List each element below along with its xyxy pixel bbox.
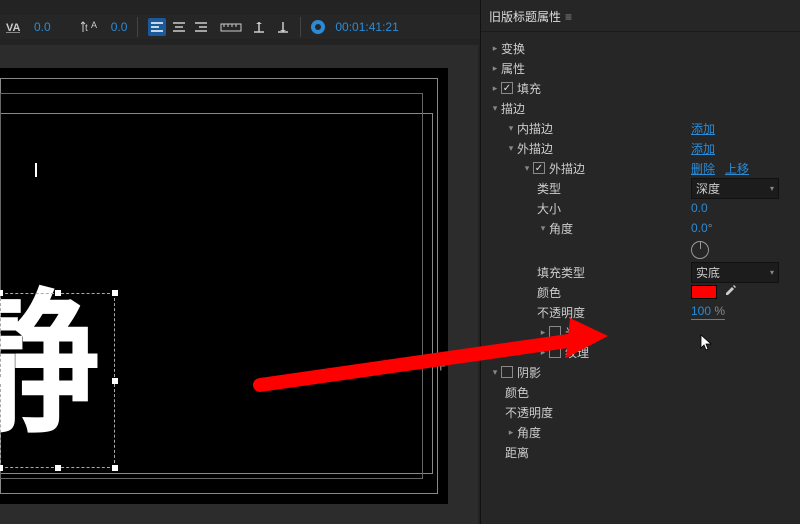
- filltype-label: 填充类型: [537, 264, 585, 281]
- prop-outer-stroke[interactable]: 外描边: [517, 140, 553, 157]
- s-distance: 距离: [505, 444, 529, 461]
- twisty-icon[interactable]: [505, 123, 517, 134]
- twisty-icon[interactable]: [489, 83, 501, 94]
- prop-outer-stroke-item[interactable]: 外描边: [549, 160, 585, 177]
- type-dropdown[interactable]: 深度: [691, 178, 779, 199]
- align-right-icon[interactable]: [192, 18, 210, 36]
- twisty-icon[interactable]: [537, 223, 549, 234]
- s-angle: 角度: [517, 424, 541, 441]
- twisty-icon[interactable]: [505, 143, 517, 154]
- twisty-icon[interactable]: [537, 327, 549, 338]
- panel-title: 旧版标题属性: [489, 8, 561, 25]
- prop-shadow[interactable]: 阴影: [517, 364, 541, 381]
- texture-checkbox[interactable]: [549, 346, 561, 358]
- baseline-value[interactable]: 0.0: [111, 20, 128, 34]
- prop-transform[interactable]: 变换: [501, 40, 525, 57]
- add-inner-stroke[interactable]: 添加: [691, 120, 715, 137]
- filltype-dropdown[interactable]: 实底: [691, 262, 779, 283]
- size-label: 大小: [537, 200, 561, 217]
- angle-value[interactable]: 0.0°: [691, 221, 713, 235]
- twisty-icon: [505, 427, 517, 438]
- twisty-icon[interactable]: [489, 367, 501, 378]
- title-text-object[interactable]: 静: [0, 293, 115, 468]
- moveup-stroke[interactable]: 上移: [725, 160, 749, 177]
- angle-wheel[interactable]: [691, 241, 709, 259]
- color-label: 颜色: [537, 284, 561, 301]
- opacity-value[interactable]: 100 %: [691, 304, 725, 320]
- fill-checkbox[interactable]: [501, 82, 513, 94]
- prop-stroke[interactable]: 描边: [501, 100, 525, 117]
- sheen-checkbox[interactable]: [549, 326, 561, 338]
- twisty-icon[interactable]: [489, 43, 501, 54]
- svg-text:t: t: [85, 23, 88, 34]
- s-opacity: 不透明度: [505, 404, 553, 421]
- shadow-checkbox[interactable]: [501, 366, 513, 378]
- tab-ruler-icon[interactable]: [220, 20, 242, 34]
- size-value[interactable]: 0.0: [691, 201, 708, 215]
- prop-fill[interactable]: 填充: [517, 80, 541, 97]
- prop-attributes[interactable]: 属性: [501, 60, 525, 77]
- eyedropper-icon[interactable]: [723, 284, 737, 301]
- twisty-icon[interactable]: [489, 103, 501, 114]
- opacity-label: 不透明度: [537, 304, 585, 321]
- outer-stroke-checkbox[interactable]: [533, 162, 545, 174]
- color-swatch[interactable]: [691, 285, 717, 299]
- tab-stop-right-icon[interactable]: [276, 20, 290, 34]
- prop-texture[interactable]: 纹理: [565, 344, 589, 361]
- timecode-value[interactable]: 00:01:41:21: [335, 20, 398, 34]
- prop-inner-stroke[interactable]: 内描边: [517, 120, 553, 137]
- angle-label: 角度: [549, 220, 573, 237]
- panel-menu-icon[interactable]: ≡: [565, 10, 572, 24]
- align-center-icon[interactable]: [170, 18, 188, 36]
- delete-stroke[interactable]: 删除: [691, 160, 715, 177]
- align-left-icon[interactable]: [148, 18, 166, 36]
- svg-text:A: A: [91, 20, 97, 30]
- kerning-icon[interactable]: VA: [6, 20, 24, 34]
- twisty-icon[interactable]: [521, 163, 533, 174]
- twisty-icon[interactable]: [537, 347, 549, 358]
- type-label: 类型: [537, 180, 561, 197]
- s-color: 颜色: [505, 384, 529, 401]
- twisty-icon[interactable]: [489, 63, 501, 74]
- tab-stop-left-icon[interactable]: [252, 20, 266, 34]
- canvas-area[interactable]: + 静: [0, 45, 478, 524]
- baseline-shift-icon[interactable]: tA: [81, 19, 101, 35]
- kerning-value[interactable]: 0.0: [34, 20, 51, 34]
- prop-sheen[interactable]: 光泽: [565, 324, 589, 341]
- add-outer-stroke[interactable]: 添加: [691, 140, 715, 157]
- timecode-icon[interactable]: [311, 20, 325, 34]
